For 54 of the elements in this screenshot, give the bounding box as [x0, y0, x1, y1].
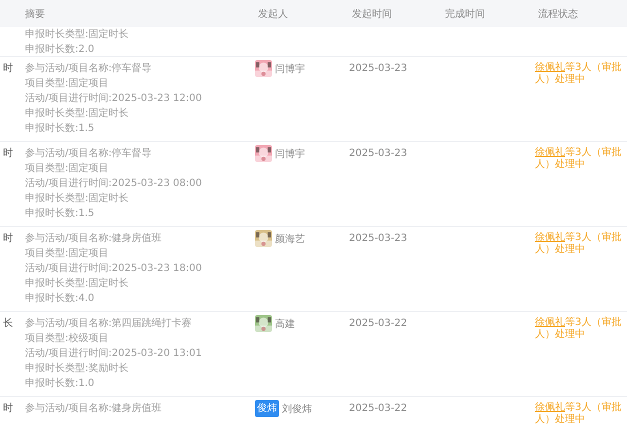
status-text: 徐佩礼等3人（审批人）处理中 — [535, 317, 622, 341]
summary-line: 申报时长数:1.0 — [25, 376, 94, 391]
summary-line: 参与活动/项目名称:健身房值班 — [25, 232, 162, 246]
table-cell-text: 长 — [2, 316, 14, 331]
start-date: 2025-03-23 — [349, 232, 408, 246]
column-header: 摘要 — [24, 8, 46, 20]
summary-line: 参与活动/项目名称:第四届跳绳打卡赛 — [25, 316, 192, 331]
summary-line: 申报时长数:4.0 — [25, 292, 94, 306]
summary-line: 活动/项目进行时间:2025-03-23 08:00 — [25, 176, 202, 191]
approver-link[interactable]: 徐佩礼 — [535, 147, 565, 158]
summary-line: 申报时长数:1.5 — [25, 122, 94, 136]
avatar: 俊炜 — [255, 400, 279, 417]
table-cell-text: 时 — [2, 402, 14, 416]
start-date: 2025-03-23 — [349, 147, 408, 161]
column-header: 发起时间 — [351, 8, 393, 20]
summary-line: 项目类型:固定项目 — [25, 246, 108, 261]
summary-line: 申报时长类型:固定时长 — [25, 192, 128, 206]
start-date: 2025-03-22 — [349, 317, 408, 331]
approver-link[interactable]: 徐佩礼 — [535, 232, 565, 243]
column-header: 完成时间 — [444, 8, 486, 20]
summary-line: 申报时长数:2.0 — [25, 42, 94, 56]
table-cell-text: 时 — [2, 232, 14, 246]
summary-line: 项目类型:固定项目 — [25, 76, 108, 91]
summary-line: 申报时长类型:固定时长 — [25, 106, 128, 121]
summary-line: 申报时长数:1.5 — [25, 206, 94, 221]
summary-line: 项目类型:校级项目 — [25, 332, 108, 346]
initiator-name: 刘俊炜 — [282, 402, 312, 416]
approver-link[interactable]: 徐佩礼 — [535, 402, 565, 413]
column-header: 发起人 — [257, 8, 289, 20]
summary-line: 活动/项目进行时间:2025-03-20 13:01 — [25, 346, 202, 361]
summary-line: 申报时长类型:固定时长 — [25, 28, 128, 42]
status-text: 徐佩礼等3人（审批人）处理中 — [535, 147, 622, 171]
start-date: 2025-03-22 — [349, 402, 408, 416]
summary-line: 参与活动/项目名称:停车督导 — [25, 62, 152, 76]
summary-line: 参与活动/项目名称:健身房值班 — [25, 402, 162, 416]
status-text: 徐佩礼等3人（审批人）处理中 — [535, 402, 622, 426]
initiator-name: 颜海艺 — [275, 232, 305, 246]
summary-line: 活动/项目进行时间:2025-03-23 12:00 — [25, 92, 202, 106]
approver-link[interactable]: 徐佩礼 — [535, 317, 565, 328]
column-header: 流程状态 — [537, 8, 579, 20]
approver-link[interactable]: 徐佩礼 — [535, 62, 565, 73]
summary-line: 申报时长类型:固定时长 — [25, 276, 128, 291]
start-date: 2025-03-23 — [349, 62, 408, 76]
table-cell-text: 时 — [2, 62, 14, 76]
table-cell-text: 时 — [2, 146, 14, 161]
status-text: 徐佩礼等3人（审批人）处理中 — [535, 232, 622, 256]
initiator-name: 高建 — [275, 318, 295, 330]
summary-line: 申报时长类型:奖励时长 — [25, 362, 128, 376]
status-text: 徐佩礼等3人（审批人）处理中 — [535, 62, 622, 86]
summary-line: 参与活动/项目名称:停车督导 — [25, 146, 152, 161]
initiator-name: 闫博宇 — [275, 148, 305, 160]
initiator-name: 闫博宇 — [275, 62, 305, 76]
summary-line: 项目类型:固定项目 — [25, 162, 108, 176]
summary-line: 活动/项目进行时间:2025-03-23 18:00 — [25, 262, 202, 276]
